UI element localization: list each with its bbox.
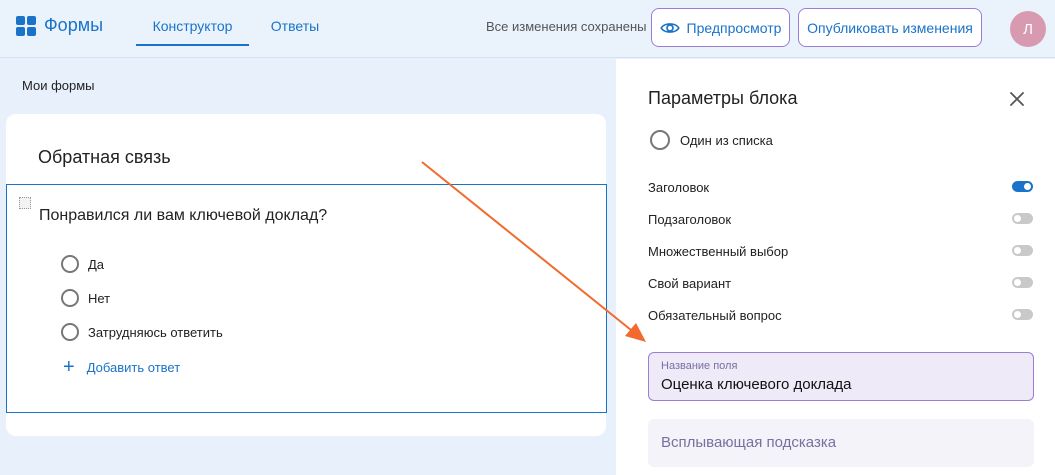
option-item[interactable]: Да — [61, 255, 104, 273]
option-label: Да — [88, 256, 105, 272]
eye-icon — [659, 22, 680, 33]
setting-custom-option: Свой вариант — [648, 276, 1033, 291]
radio-icon[interactable] — [61, 323, 79, 341]
preview-label: Предпросмотр — [686, 19, 782, 36]
block-settings-panel: Параметры блока Один из списка Заголовок… — [616, 59, 1055, 475]
tooltip-placeholder: Всплывающая подсказка — [661, 434, 837, 451]
drag-handle-icon[interactable] — [19, 197, 31, 209]
panel-title: Параметры блока — [648, 88, 798, 108]
form-title[interactable]: Обратная связь — [38, 147, 171, 168]
app-name: Формы — [44, 15, 104, 35]
preview-button[interactable]: Предпросмотр — [651, 8, 790, 47]
radio-icon[interactable] — [61, 255, 79, 273]
avatar[interactable]: Л — [1010, 11, 1046, 47]
form-card: Обратная связь Понравился ли вам ключево… — [6, 114, 607, 436]
app-logo[interactable]: Формы — [16, 15, 103, 36]
toggle-required[interactable] — [1012, 309, 1033, 320]
radio-icon[interactable] — [650, 130, 670, 150]
add-answer-label: Добавить ответ — [86, 359, 181, 375]
top-bar: Формы Конструктор Ответы Все изменения с… — [0, 0, 1055, 58]
field-name-value: Оценка ключевого доклада — [661, 376, 852, 393]
toggle-subheading[interactable] — [1012, 213, 1033, 224]
option-label: Затрудняюсь ответить — [88, 324, 223, 340]
setting-label: Обязательный вопрос — [648, 308, 782, 323]
toggle-multiple-choice[interactable] — [1012, 245, 1033, 256]
option-item[interactable]: Затрудняюсь ответить — [61, 323, 223, 341]
save-status: Все изменения сохранены — [486, 19, 647, 34]
publish-label: Опубликовать изменения — [807, 19, 973, 36]
block-type-option[interactable]: Один из списка — [650, 130, 773, 150]
setting-label: Заголовок — [648, 180, 710, 195]
setting-subheading: Подзаголовок — [648, 212, 1033, 227]
tooltip-input[interactable]: Всплывающая подсказка — [648, 419, 1034, 467]
publish-button[interactable]: Опубликовать изменения — [798, 8, 982, 47]
setting-label: Свой вариант — [648, 276, 732, 291]
question-block[interactable]: Понравился ли вам ключевой доклад? Да Не… — [6, 184, 607, 413]
setting-required: Обязательный вопрос — [648, 308, 1033, 323]
question-text[interactable]: Понравился ли вам ключевой доклад? — [39, 207, 327, 225]
setting-label: Подзаголовок — [648, 212, 732, 227]
plus-icon: + — [63, 356, 75, 378]
option-item[interactable]: Нет — [61, 289, 110, 307]
tab-builder[interactable]: Конструктор — [136, 0, 249, 46]
toggle-custom-option[interactable] — [1012, 277, 1033, 288]
close-icon[interactable] — [1008, 90, 1026, 108]
setting-multiple-choice: Множественный выбор — [648, 244, 1033, 259]
add-answer-button[interactable]: + Добавить ответ — [63, 357, 180, 377]
field-name-label: Название поля — [661, 360, 738, 372]
radio-icon[interactable] — [61, 289, 79, 307]
toggle-heading[interactable] — [1012, 181, 1033, 192]
field-name-input[interactable]: Название поля Оценка ключевого доклада — [648, 352, 1034, 401]
breadcrumb[interactable]: Мои формы — [22, 78, 95, 93]
grid-icon — [16, 15, 36, 36]
setting-heading: Заголовок — [648, 180, 1033, 195]
tab-answers[interactable]: Ответы — [258, 0, 332, 46]
setting-label: Множественный выбор — [648, 244, 789, 259]
option-label: Нет — [88, 290, 111, 306]
block-type-label: Один из списка — [680, 132, 773, 148]
